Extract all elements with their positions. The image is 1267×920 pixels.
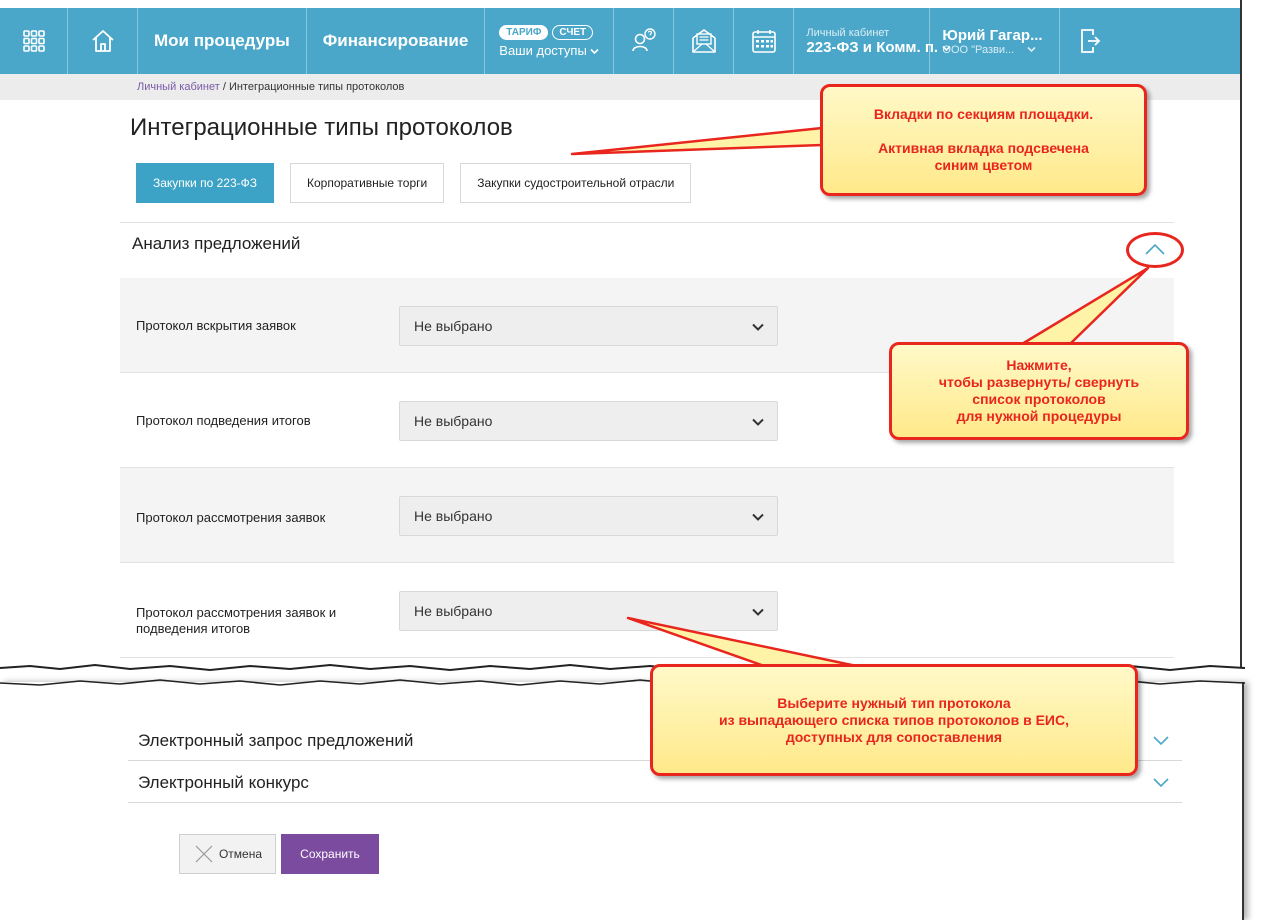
section-title-request: Электронный запрос предложений [138, 731, 414, 750]
access-label-text: Ваши доступы [499, 42, 587, 58]
calendar-button[interactable] [734, 8, 795, 74]
protocol-label: Протокол рассмотрения заявок и подведени… [136, 605, 337, 636]
highlight-ring [1126, 232, 1184, 268]
section-tabs: Закупки по 223-ФЗ Корпоративные торги За… [136, 163, 692, 203]
protocol-select[interactable]: Не выбрано [399, 496, 778, 536]
invoice-badge[interactable]: СЧЕТ [552, 24, 594, 40]
logout-button[interactable] [1060, 8, 1120, 74]
tab-223-fz[interactable]: Закупки по 223-ФЗ [136, 163, 274, 203]
protocol-row: Протокол рассмотрения заявок и подведени… [120, 563, 1174, 658]
callout-toggle-line: Нажмите, [1006, 357, 1072, 373]
tariff-badge[interactable]: ТАРИФ [499, 24, 549, 40]
protocol-row: Протокол рассмотрения заявок Не выбрано [120, 468, 1174, 563]
top-navigation: Мои процедуры Финансирование ТАРИФ СЧЕТ … [0, 8, 1240, 74]
close-icon [195, 845, 213, 863]
tab-corporate[interactable]: Корпоративные торги [290, 163, 445, 203]
callout-spacer [823, 123, 1144, 140]
protocol-select-value: Не выбрано [414, 318, 493, 334]
user-org-text: ООО "Разви... [942, 43, 1015, 56]
chevron-down-icon [752, 418, 764, 426]
protocol-label: Протокол подведения итогов [136, 413, 311, 428]
breadcrumb-separator: / [219, 81, 229, 93]
chevron-down-icon [752, 323, 764, 331]
access-label: Ваши доступы [499, 43, 599, 58]
apps-menu-button[interactable] [0, 8, 68, 74]
nav-my-procedures[interactable]: Мои процедуры [138, 8, 307, 74]
mail-button[interactable] [674, 8, 735, 74]
callout-select-line: доступных для сопоставления [785, 728, 1003, 745]
callout-tabs-line: Активная вкладка подсвечена [878, 140, 1089, 156]
cabinet-label: Личный кабинет [806, 26, 890, 39]
section-title-contest: Электронный конкурс [138, 773, 309, 792]
chevron-down-icon [752, 513, 764, 521]
cancel-button-label: Отмена [218, 847, 263, 861]
nav-financing-label: Финансирование [322, 31, 469, 50]
nav-access-menu[interactable]: ТАРИФ СЧЕТ Ваши доступы [485, 8, 615, 74]
home-button[interactable] [68, 8, 138, 74]
protocol-label: Протокол вскрытия заявок [136, 318, 296, 333]
tab-shipbuilding[interactable]: Закупки судостроительной отрасли [460, 163, 692, 203]
save-button-label: Сохранить [300, 847, 360, 861]
chevron-down-icon [590, 48, 599, 54]
section-title-analysis: Анализ предложений [132, 234, 301, 253]
chevron-down-icon[interactable] [1152, 777, 1170, 789]
breadcrumb-link[interactable]: Личный кабинет [137, 81, 220, 93]
support-button[interactable] [614, 8, 675, 74]
save-button[interactable]: Сохранить [281, 834, 379, 874]
callout-select-line: Выберите нужный тип протокола [777, 694, 1011, 711]
protocol-select[interactable]: Не выбрано [399, 306, 778, 346]
protocol-select-value: Не выбрано [414, 508, 493, 524]
protocol-select-value: Не выбрано [414, 413, 493, 429]
section-divider [120, 222, 1174, 223]
logout-icon [1081, 29, 1101, 53]
callout-tabs-line: синим цветом [934, 157, 1033, 173]
callout-toggle-line: чтобы развернуть/ свернуть [938, 374, 1140, 390]
chevron-down-icon [752, 608, 764, 616]
apps-grid-icon [22, 30, 45, 52]
callout-select: Выберите нужный тип протокола из выпадаю… [650, 664, 1138, 776]
callout-toggle-line: список протоколов [972, 391, 1106, 407]
callout-toggle-line: для нужной процедуры [956, 408, 1122, 424]
protocol-select[interactable]: Не выбрано [399, 401, 778, 441]
chevron-down-icon [1027, 46, 1036, 52]
protocol-select-value: Не выбрано [414, 603, 493, 619]
cabinet-value-text: 223-ФЗ и Комм. п. [806, 38, 939, 56]
nav-financing[interactable]: Финансирование [307, 8, 486, 74]
nav-my-procedures-label: Мои процедуры [154, 31, 290, 50]
callout-tabs: Вкладки по секциям площадки. Активная вк… [820, 84, 1147, 196]
cabinet-selector[interactable]: Личный кабинет 223-ФЗ и Комм. п. [794, 8, 951, 74]
breadcrumb-current: Интеграционные типы протоколов [228, 81, 405, 93]
callout-toggle: Нажмите, чтобы развернуть/ свернуть спис… [889, 342, 1189, 440]
tariff-badges: ТАРИФ СЧЕТ [499, 24, 594, 40]
page-title: Интеграционные типы протоколов [130, 114, 513, 141]
user-menu[interactable]: Юрий Гагар... ООО "Разви... [930, 8, 1061, 74]
chevron-down-icon[interactable] [1152, 735, 1170, 747]
protocol-label: Протокол рассмотрения заявок [136, 510, 326, 525]
calendar-icon [752, 30, 776, 53]
mail-icon [692, 29, 716, 53]
screenshot-root: Мои процедуры Финансирование ТАРИФ СЧЕТ … [0, 0, 1267, 920]
user-org: ООО "Разви... [942, 44, 1036, 56]
callout-select-line: из выпадающего списка типов протоколов в… [719, 711, 1069, 728]
cancel-button[interactable]: Отмена [179, 834, 276, 874]
protocol-select[interactable]: Не выбрано [399, 591, 778, 631]
user-name: Юрий Гагар... [942, 26, 1043, 44]
callout-tabs-line: Вкладки по секциям площадки. [873, 106, 1094, 122]
support-icon [632, 28, 656, 52]
home-icon [91, 30, 114, 52]
